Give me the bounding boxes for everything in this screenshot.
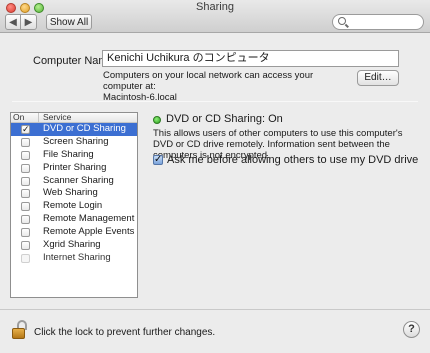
checkmark-icon: ✓ <box>154 154 163 165</box>
service-label: Xgrid Sharing <box>43 239 101 251</box>
service-list[interactable]: On Service ✓ DVD or CD Sharing Screen Shar… <box>10 112 138 298</box>
forward-button[interactable]: ▶ <box>21 14 37 30</box>
service-row[interactable]: Web Sharing <box>11 187 137 200</box>
service-checkbox[interactable] <box>21 176 30 186</box>
service-label: Web Sharing <box>43 187 98 199</box>
service-rows: ✓ DVD or CD Sharing Screen Sharing File Sha… <box>11 123 137 265</box>
edit-button[interactable]: Edit… <box>357 70 399 86</box>
computer-name-field[interactable]: Kenichi Uchikura のコンピュータ <box>102 50 399 67</box>
service-checkbox[interactable] <box>21 150 30 160</box>
service-checkbox[interactable] <box>21 228 30 238</box>
service-label: Internet Sharing <box>43 251 111 263</box>
column-header-service[interactable]: Service <box>38 113 71 122</box>
service-label: Printer Sharing <box>43 161 107 173</box>
service-checkbox[interactable] <box>21 137 30 147</box>
service-checkbox[interactable] <box>21 215 30 225</box>
service-checkbox[interactable] <box>21 241 30 251</box>
service-label: Scanner Sharing <box>43 174 114 186</box>
service-row[interactable]: Scanner Sharing <box>11 175 137 188</box>
service-row[interactable]: Internet Sharing <box>11 252 137 265</box>
service-checkbox <box>21 253 30 263</box>
service-checkbox[interactable] <box>21 202 30 212</box>
service-row[interactable]: ✓ DVD or CD Sharing <box>11 123 137 136</box>
service-row[interactable]: Remote Management <box>11 213 137 226</box>
back-arrow-icon: ◀ <box>9 16 17 28</box>
computer-address-note: Computers on your local network can acce… <box>103 70 343 103</box>
sharing-window: Sharing ◀ ▶ Show All Computer Name: Keni… <box>0 0 430 353</box>
address-note-line: Computers on your local network can acce… <box>103 70 314 92</box>
search-icon <box>338 17 346 25</box>
service-row[interactable]: Remote Login <box>11 200 137 213</box>
footer-divider <box>0 309 430 310</box>
service-label: File Sharing <box>43 148 94 160</box>
status-indicator-icon <box>153 116 161 124</box>
service-row[interactable]: Remote Apple Events <box>11 226 137 239</box>
forward-arrow-icon: ▶ <box>24 16 33 28</box>
toolbar: Sharing ◀ ▶ Show All <box>0 0 430 33</box>
service-label: DVD or CD Sharing <box>43 123 126 134</box>
service-row[interactable]: File Sharing <box>11 149 137 162</box>
lock-icon[interactable] <box>12 320 28 340</box>
service-label: Remote Management <box>43 213 135 225</box>
close-window-button[interactable] <box>6 3 16 13</box>
show-all-button[interactable]: Show All <box>46 14 92 30</box>
ask-permission-checkbox[interactable]: ✓ <box>153 155 163 165</box>
service-label: Remote Login <box>43 200 103 212</box>
service-checkbox[interactable] <box>21 163 30 173</box>
lock-body <box>12 328 25 339</box>
column-header-on[interactable]: On <box>13 113 24 122</box>
ask-permission-label[interactable]: Ask me before allowing others to use my … <box>167 154 418 166</box>
service-checkbox[interactable]: ✓ <box>21 125 30 134</box>
service-row[interactable]: Printer Sharing <box>11 162 137 175</box>
window-title: Sharing <box>196 1 234 13</box>
service-list-header: On Service <box>11 113 137 123</box>
section-divider <box>12 101 418 102</box>
back-button[interactable]: ◀ <box>5 14 21 30</box>
help-button[interactable]: ? <box>403 321 420 338</box>
lock-message: Click the lock to prevent further change… <box>34 327 216 338</box>
search-field[interactable] <box>332 14 424 30</box>
minimize-window-button[interactable] <box>20 3 30 13</box>
zoom-window-button[interactable] <box>34 3 44 13</box>
service-checkbox[interactable] <box>21 189 30 199</box>
service-status: DVD or CD Sharing: On <box>166 113 283 125</box>
service-row[interactable]: Screen Sharing <box>11 136 137 149</box>
service-row[interactable]: Xgrid Sharing <box>11 239 137 252</box>
service-label: Screen Sharing <box>43 135 109 147</box>
service-label: Remote Apple Events <box>43 226 135 238</box>
search-input[interactable] <box>349 16 421 28</box>
